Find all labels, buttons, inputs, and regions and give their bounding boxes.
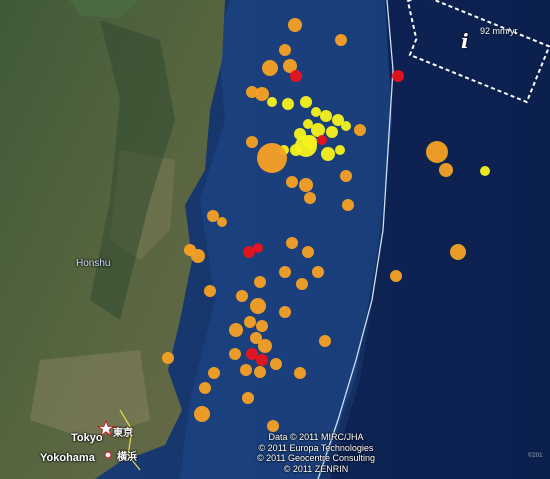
- earthquake-marker[interactable]: [250, 298, 266, 314]
- earthquake-marker[interactable]: [240, 364, 252, 376]
- earthquake-marker[interactable]: [311, 107, 321, 117]
- earthquake-marker[interactable]: [426, 141, 448, 163]
- earthquake-marker[interactable]: [246, 348, 258, 360]
- earthquake-marker[interactable]: [296, 278, 308, 290]
- earthquake-marker[interactable]: [288, 18, 302, 32]
- earthquake-marker[interactable]: [439, 163, 453, 177]
- earthquake-marker[interactable]: [258, 339, 272, 353]
- earthquake-marker[interactable]: [270, 358, 282, 370]
- earthquake-marker[interactable]: [286, 237, 298, 249]
- earthquake-marker[interactable]: [354, 124, 366, 136]
- earthquake-marker[interactable]: [256, 320, 268, 332]
- earthquake-marker[interactable]: [392, 70, 404, 82]
- earthquake-marker[interactable]: [279, 266, 291, 278]
- earthquake-marker[interactable]: [256, 354, 268, 366]
- earthquake-marker[interactable]: [321, 147, 335, 161]
- earthquake-marker[interactable]: [294, 367, 306, 379]
- earthquake-marker[interactable]: [390, 270, 402, 282]
- earthquake-marker[interactable]: [236, 290, 248, 302]
- earthquake-marker[interactable]: [217, 217, 227, 227]
- map-credits: Data © 2011 MIRC/JHA © 2011 Europa Techn…: [248, 432, 384, 474]
- map-view[interactable]: Honshu Tokyo 東京 Yokohama 横浜 i 92 mm/yr D…: [0, 0, 550, 479]
- earthquake-marker[interactable]: [199, 382, 211, 394]
- earthquake-marker[interactable]: [290, 70, 302, 82]
- earthquake-marker[interactable]: [253, 243, 263, 253]
- earthquake-marker[interactable]: [290, 144, 302, 156]
- city-label-tokyo: Tokyo: [71, 432, 103, 444]
- earthquake-marker[interactable]: [342, 199, 354, 211]
- earthquake-marker[interactable]: [340, 170, 352, 182]
- credit-line: © 2011 ZENRIN: [283, 463, 349, 474]
- earthquake-marker[interactable]: [254, 366, 266, 378]
- region-label-honshu: Honshu: [76, 258, 111, 269]
- earthquake-marker[interactable]: [282, 98, 294, 110]
- earthquake-marker[interactable]: [311, 123, 325, 137]
- earthquake-marker[interactable]: [335, 145, 345, 155]
- earthquake-marker[interactable]: [244, 316, 256, 328]
- earthquake-marker[interactable]: [319, 335, 331, 347]
- earthquake-marker[interactable]: [480, 166, 490, 176]
- earthquake-marker[interactable]: [229, 348, 241, 360]
- credit-line: © 2011 Geocentre Consulting: [256, 453, 376, 463]
- earthquake-marker[interactable]: [208, 367, 220, 379]
- earthquake-marker[interactable]: [204, 285, 216, 297]
- earthquake-marker[interactable]: [267, 420, 279, 432]
- earthquake-marker[interactable]: [254, 276, 266, 288]
- city-label-tokyo-local: 東京: [113, 428, 133, 439]
- earthquake-marker[interactable]: [262, 60, 278, 76]
- earthquake-marker[interactable]: [279, 306, 291, 318]
- earthquake-marker[interactable]: [246, 136, 258, 148]
- plate-motion-rate: 92 mm/yr: [480, 26, 518, 36]
- earthquake-marker[interactable]: [320, 110, 332, 122]
- map-canvas[interactable]: [0, 0, 550, 479]
- info-icon[interactable]: i: [461, 29, 469, 53]
- earthquake-marker[interactable]: [304, 192, 316, 204]
- earthquake-marker[interactable]: [229, 323, 243, 337]
- earthquake-marker[interactable]: [302, 246, 314, 258]
- earthquake-marker[interactable]: [194, 406, 210, 422]
- earthquake-marker[interactable]: [299, 178, 313, 192]
- earthquake-marker[interactable]: [255, 87, 269, 101]
- earthquake-marker[interactable]: [191, 249, 205, 263]
- earthquake-marker[interactable]: [341, 121, 351, 131]
- earthquake-marker[interactable]: [317, 135, 327, 145]
- city-label-yokohama-local: 横浜: [117, 452, 137, 463]
- earthquake-marker[interactable]: [257, 143, 287, 173]
- earthquake-marker[interactable]: [286, 176, 298, 188]
- corner-copyright: ©201: [528, 453, 543, 459]
- earthquake-marker[interactable]: [267, 97, 277, 107]
- earthquake-marker[interactable]: [162, 352, 174, 364]
- credit-line: Data © 2011 MIRC/JHA: [268, 432, 364, 442]
- earthquake-marker[interactable]: [242, 392, 254, 404]
- yokohama-marker-icon: [104, 451, 112, 459]
- earthquake-marker[interactable]: [300, 96, 312, 108]
- earthquake-marker[interactable]: [335, 34, 347, 46]
- earthquake-marker[interactable]: [279, 44, 291, 56]
- earthquake-marker[interactable]: [207, 210, 219, 222]
- earthquake-marker[interactable]: [312, 266, 324, 278]
- earthquake-marker[interactable]: [326, 126, 338, 138]
- earthquake-marker[interactable]: [450, 244, 466, 260]
- credit-line: © 2011 Europa Technologies: [258, 442, 374, 453]
- city-label-yokohama: Yokohama: [40, 452, 95, 464]
